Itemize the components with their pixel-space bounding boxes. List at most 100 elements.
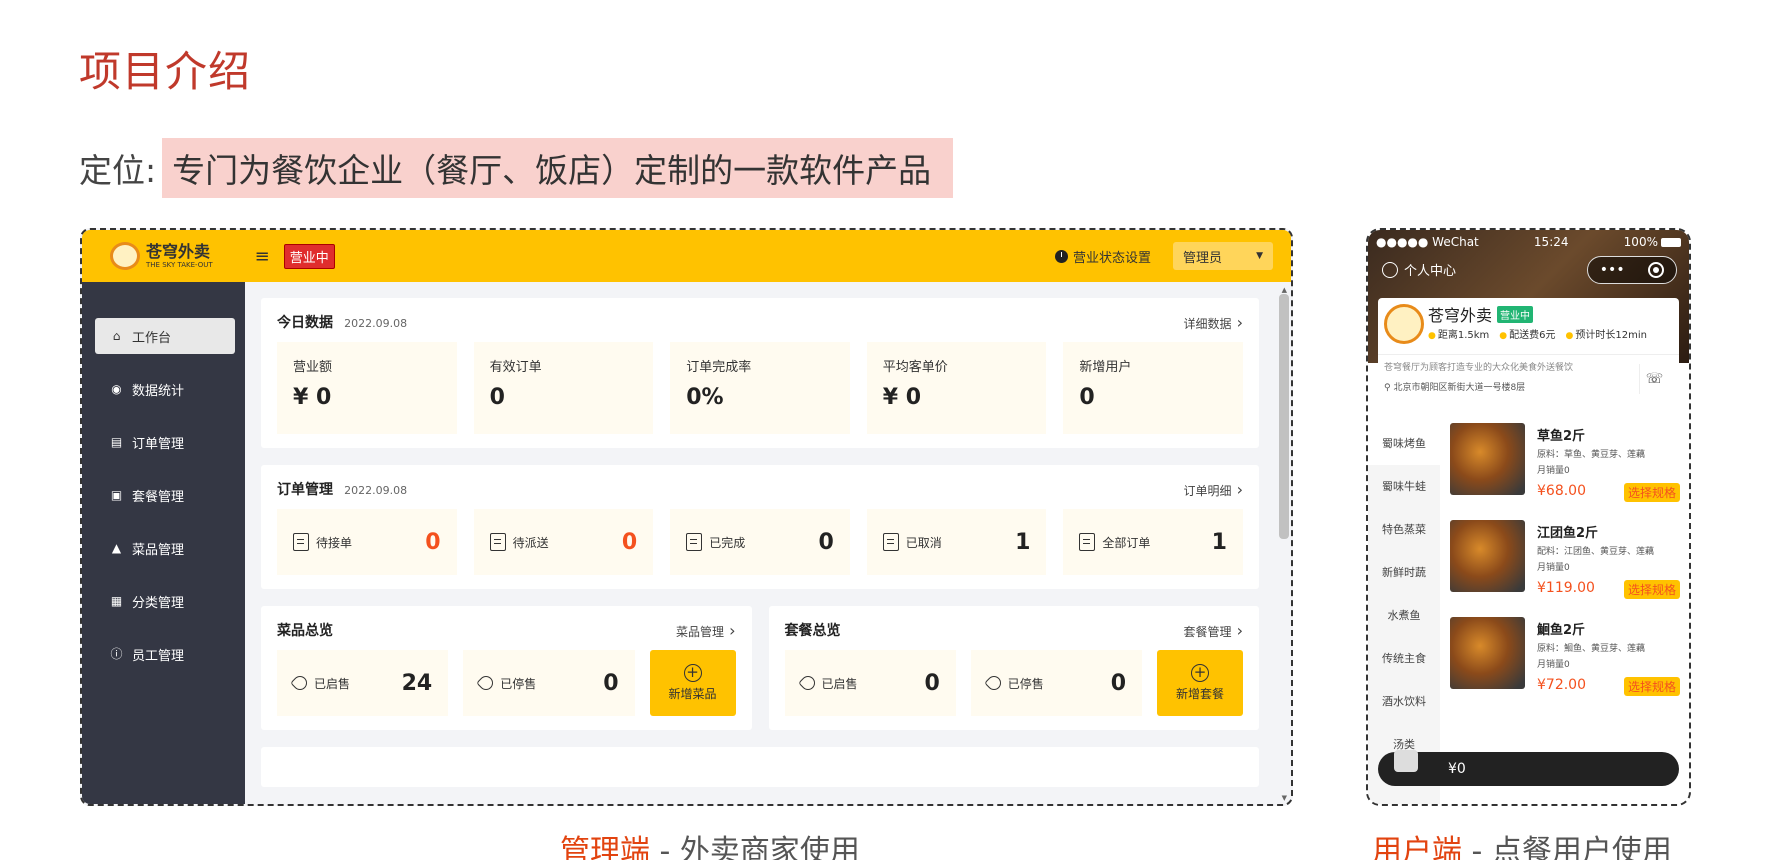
order-completed[interactable]: 已完成 0 <box>670 509 850 575</box>
shop-description: 苍穹餐厅为顾客打造专业的大众化美食外送餐饮 <box>1384 363 1574 373</box>
order-detail-link[interactable]: 订单明细 <box>1184 480 1244 499</box>
order-all[interactable]: 全部订单 1 <box>1063 509 1243 575</box>
delivery-fee-text: 配送费6元 <box>1499 326 1555 341</box>
stat-completion-rate: 订单完成率 0% <box>670 342 850 434</box>
admin-screenshot: 苍穹外卖 THE SKY TAKE-OUT ≡ 营业中 营业状态设置 管理员 ▼… <box>80 228 1293 806</box>
sidebar-item-label: 订单管理 <box>132 436 185 452</box>
stat-valid-orders: 有效订单 0 <box>473 342 654 434</box>
shop-meta: 距离1.5km 配送费6元 预计时长12min <box>1428 326 1647 341</box>
open-status-badge: 营业中 <box>1497 305 1534 323</box>
admin-caption-rest: - 外卖商家使用 <box>650 834 860 860</box>
today-data-card: 今日数据 2022.09.08 详细数据 营业额 ¥ 0 有效订单 0 <box>261 298 1259 448</box>
order-cancel-icon <box>882 533 899 551</box>
phone-call-icon[interactable]: ☏ <box>1639 364 1669 394</box>
business-status-setting-button[interactable]: 营业状态设置 <box>1054 247 1151 266</box>
sidebar-item-employees[interactable]: ⓘ 员工管理 <box>95 636 235 672</box>
choose-spec-button[interactable]: 选择规格 <box>1623 677 1680 696</box>
category-item[interactable]: 传统主食 <box>1368 637 1440 680</box>
mini-value: 24 <box>401 670 433 696</box>
tag-off-icon <box>983 673 1004 693</box>
menu-toggle-icon[interactable]: ≡ <box>255 246 270 267</box>
order-count: 1 <box>1015 529 1031 555</box>
sidebar-item-categories[interactable]: ▦ 分类管理 <box>95 583 235 619</box>
clipboard-icon: ▤ <box>110 434 123 449</box>
category-item[interactable]: 新鲜时蔬 <box>1368 551 1440 594</box>
business-status-setting-label: 营业状态设置 <box>1072 250 1151 266</box>
home-icon: ⌂ <box>112 328 121 343</box>
dish-photo <box>1450 520 1525 592</box>
dish-name: 江团鱼2斤 <box>1537 526 1599 541</box>
positioning-line: 定位: 专门为餐饮企业（餐厅、饭店）定制的一款软件产品 <box>79 138 954 198</box>
order-label: 待派送 <box>512 535 549 550</box>
slide-title: 项目介绍 <box>79 47 252 96</box>
order-label: 已取消 <box>905 535 942 550</box>
stat-value: 0 <box>1079 385 1095 410</box>
mini-label: 已启售 <box>314 676 351 691</box>
choose-spec-button[interactable]: 选择规格 <box>1623 580 1680 599</box>
shop-name: 苍穹外卖 <box>1428 306 1493 325</box>
category-item[interactable]: 水煮鱼 <box>1368 594 1440 637</box>
dish-sales: 月销量0 <box>1537 466 1570 476</box>
sidebar-item-statistics[interactable]: ◉ 数据统计 <box>95 371 235 407</box>
setmeal-on-sale: 已启售 0 <box>784 650 956 716</box>
user-caption: 用户端 - 点餐用户使用 <box>1372 826 1672 860</box>
mini-label: 已停售 <box>1007 676 1044 691</box>
category-item[interactable]: 酒水饮料 <box>1368 680 1440 723</box>
add-dish-button[interactable]: + 新增菜品 <box>649 650 736 716</box>
chart-icon: ◉ <box>111 381 122 396</box>
more-dots-icon[interactable]: ••• <box>1600 262 1625 278</box>
category-item[interactable]: 蜀味烤鱼 <box>1368 422 1440 465</box>
business-status-tag: 营业中 <box>283 243 335 269</box>
sidebar-item-dishes[interactable]: ▲ 菜品管理 <box>95 530 235 566</box>
mini-value: 0 <box>1110 670 1126 696</box>
card-title: 套餐总览 <box>784 623 841 639</box>
sidebar-item-workbench[interactable]: ⌂ 工作台 <box>95 318 235 354</box>
dish-item[interactable]: 鮰鱼2斤 原料：鮰鱼、黄豆芽、莲藕 月销量0 ¥72.00 选择规格 <box>1450 617 1680 697</box>
close-target-icon[interactable] <box>1648 262 1665 278</box>
positioning-text: 专门为餐饮企业（餐厅、饭店）定制的一款软件产品 <box>162 138 954 198</box>
choose-spec-button[interactable]: 选择规格 <box>1623 483 1680 502</box>
user-caption-rest: - 点餐用户使用 <box>1462 834 1672 860</box>
dish-item[interactable]: 江团鱼2斤 配料：江团鱼、黄豆芽、莲藕 月销量0 ¥119.00 选择规格 <box>1450 520 1680 600</box>
admin-logo[interactable]: 苍穹外卖 THE SKY TAKE-OUT <box>110 242 213 270</box>
scroll-up-arrow-icon[interactable]: ▲ <box>1282 286 1287 294</box>
order-cancelled[interactable]: 已取消 1 <box>866 509 1047 575</box>
mini-label: 已启售 <box>821 676 858 691</box>
category-item[interactable]: 蜀味牛蛙 <box>1368 465 1440 508</box>
info-icon: ⓘ <box>110 646 123 661</box>
battery-level: 100% <box>1623 235 1658 249</box>
sidebar-item-setmeals[interactable]: ▣ 套餐管理 <box>95 477 235 513</box>
dish-price: ¥72.00 <box>1537 677 1586 693</box>
person-icon <box>1382 261 1398 278</box>
dish-price: ¥119.00 <box>1537 580 1595 596</box>
order-label: 已完成 <box>709 535 746 550</box>
order-doc-icon <box>686 533 703 551</box>
add-setmeal-button[interactable]: + 新增套餐 <box>1157 650 1243 716</box>
plus-circle-icon: + <box>683 664 702 682</box>
stat-new-users: 新增用户 0 <box>1063 342 1243 434</box>
detail-data-link[interactable]: 详细数据 <box>1184 313 1244 332</box>
user-dropdown[interactable]: 管理员 ▼ <box>1173 242 1273 270</box>
phone-status-bar: ●●●●● WeChat 15:24 100% <box>1376 235 1681 249</box>
sidebar-item-label: 数据统计 <box>132 383 185 399</box>
miniprogram-capsule[interactable]: ••• <box>1587 256 1677 284</box>
order-pending-accept[interactable]: 待接单 0 <box>277 509 457 575</box>
add-setmeal-label: 新增套餐 <box>1175 687 1224 701</box>
user-center-button[interactable]: 个人中心 <box>1382 260 1456 279</box>
clock-icon <box>1054 249 1068 263</box>
stat-label: 有效订单 <box>489 360 542 375</box>
admin-caption: 管理端 - 外卖商家使用 <box>560 826 860 860</box>
scroll-down-arrow-icon[interactable]: ▼ <box>1282 794 1287 802</box>
content-scrollbar[interactable] <box>1279 294 1289 539</box>
order-pending-delivery[interactable]: 待派送 0 <box>473 509 654 575</box>
cart-bar[interactable]: ¥0 <box>1378 750 1679 786</box>
dish-management-link[interactable]: 菜品管理 <box>676 621 736 640</box>
user-app-screenshot: ●●●●● WeChat 15:24 100% 个人中心 ••• 苍穹外卖 营业… <box>1366 228 1691 806</box>
dish-item[interactable]: 草鱼2斤 原料：草鱼、黄豆芽、莲藕 月销量0 ¥68.00 选择规格 <box>1450 423 1680 503</box>
cart-icon[interactable] <box>1386 742 1426 786</box>
dish-photo <box>1450 423 1525 495</box>
plus-circle-icon: + <box>1191 664 1209 682</box>
setmeal-management-link[interactable]: 套餐管理 <box>1184 621 1244 640</box>
category-item[interactable]: 特色蒸菜 <box>1368 508 1440 551</box>
sidebar-item-orders[interactable]: ▤ 订单管理 <box>95 424 235 460</box>
